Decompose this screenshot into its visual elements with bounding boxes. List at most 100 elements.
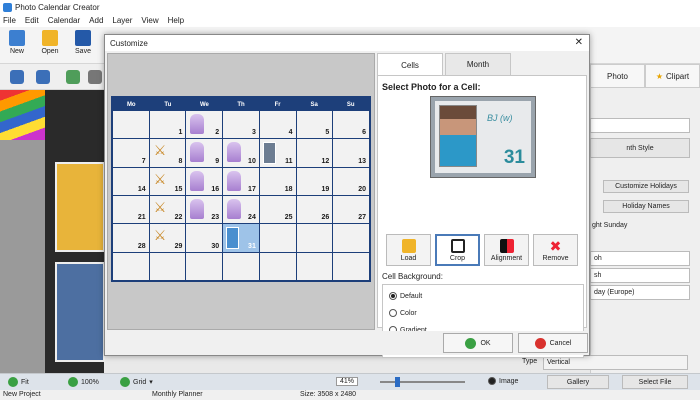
load-button[interactable]: Load: [386, 234, 431, 266]
day-cell[interactable]: 31: [223, 224, 259, 252]
menu-calendar[interactable]: Calendar: [48, 16, 80, 25]
day-cell[interactable]: [186, 252, 223, 280]
day-cell[interactable]: 4: [259, 111, 296, 139]
check-icon: [8, 377, 18, 387]
bg-default-radio[interactable]: Default: [389, 292, 422, 300]
day-cell[interactable]: 28: [113, 224, 149, 252]
day-cell[interactable]: 6: [333, 111, 369, 139]
month-style-button[interactable]: nth Style: [590, 138, 690, 158]
day-cell[interactable]: 9: [186, 139, 223, 167]
day-cell[interactable]: 10: [223, 139, 259, 167]
zoom-100-button[interactable]: 100%: [68, 377, 99, 387]
cancel-button[interactable]: Cancel: [518, 333, 588, 353]
menu-edit[interactable]: Edit: [25, 16, 39, 25]
save-button[interactable]: Save: [68, 30, 98, 55]
undo-icon[interactable]: [10, 70, 24, 84]
day-number: 1: [178, 129, 183, 137]
cell-photo-preview[interactable]: BJ (w) 31: [430, 96, 536, 178]
select-file-button[interactable]: Select File: [622, 375, 688, 389]
day-cell[interactable]: 23: [186, 196, 223, 224]
tab-cells[interactable]: Cells: [377, 53, 443, 76]
customize-holidays-button[interactable]: Customize Holidays: [603, 180, 689, 193]
select-holidays[interactable]: day (Europe): [590, 285, 690, 300]
cell-photo: [262, 142, 276, 165]
tab-month[interactable]: Month: [445, 53, 511, 75]
day-cell[interactable]: [333, 224, 369, 252]
menu-layer[interactable]: Layer: [112, 16, 132, 25]
day-cell[interactable]: 26: [296, 196, 333, 224]
layer-icon[interactable]: [88, 70, 102, 84]
day-cell[interactable]: ⚔ 29: [149, 224, 186, 252]
day-cell[interactable]: 25: [259, 196, 296, 224]
day-cell[interactable]: 19: [296, 167, 333, 195]
cell-background-title: Cell Background:: [382, 272, 443, 281]
day-cell[interactable]: 14: [113, 167, 149, 195]
holiday-names-button[interactable]: Holiday Names: [603, 200, 689, 213]
day-cell[interactable]: [223, 252, 259, 280]
day-cell[interactable]: [259, 252, 296, 280]
day-cell[interactable]: 3: [223, 111, 259, 139]
calendar-preview: Mo Tu We Th Fr Sa Su 1 2 3 4 5 6 7 ⚔ 8 9 10 11 12 13 1…: [107, 53, 375, 330]
day-number: 31: [248, 242, 256, 250]
crop-button[interactable]: Crop: [435, 234, 480, 266]
menu-file[interactable]: File: [3, 16, 16, 25]
alignment-button[interactable]: Alignment: [484, 234, 529, 266]
day-cell[interactable]: 27: [333, 196, 369, 224]
new-button[interactable]: New: [2, 30, 32, 55]
day-number: 9: [215, 157, 220, 165]
menu-help[interactable]: Help: [168, 16, 184, 25]
image-radio[interactable]: Image: [488, 377, 518, 385]
select-a[interactable]: oh: [590, 251, 690, 266]
day-cell[interactable]: 17: [223, 167, 259, 195]
chess-knight-icon: [227, 170, 242, 191]
day-cell[interactable]: [333, 252, 369, 280]
zoom-value[interactable]: 41%: [336, 377, 359, 386]
menu-view[interactable]: View: [141, 16, 158, 25]
day-cell[interactable]: [296, 224, 333, 252]
day-cell[interactable]: [113, 111, 149, 139]
gallery-button[interactable]: Gallery: [547, 375, 609, 389]
tab-photo[interactable]: Photo: [590, 64, 645, 88]
day-cell[interactable]: 7: [113, 139, 149, 167]
day-cell[interactable]: 13: [333, 139, 369, 167]
secondary-toolbar: [0, 64, 104, 90]
day-cell[interactable]: 20: [333, 167, 369, 195]
day-cell[interactable]: 16: [186, 167, 223, 195]
day-cell[interactable]: ⚔ 15: [149, 167, 186, 195]
day-cell[interactable]: 11: [259, 139, 296, 167]
day-cell[interactable]: [149, 252, 186, 280]
zoom-slider[interactable]: [380, 381, 465, 383]
zoom-slider-handle[interactable]: [395, 377, 400, 387]
bg-color-radio[interactable]: Color: [389, 309, 417, 317]
remove-button[interactable]: ✖ Remove: [533, 234, 578, 266]
day-cell[interactable]: 30: [186, 224, 223, 252]
day-number: 15: [174, 186, 183, 193]
day-cell[interactable]: ⚔ 8: [149, 139, 186, 167]
day-cell[interactable]: [113, 252, 149, 280]
day-cell[interactable]: 5: [296, 111, 333, 139]
grid-toggle[interactable]: Grid ▾: [120, 377, 153, 387]
tab-clipart[interactable]: ★ Clipart: [645, 64, 700, 88]
day-cell[interactable]: [259, 224, 296, 252]
chess-knight-icon: [227, 142, 242, 163]
fit-button[interactable]: Fit: [8, 377, 29, 387]
close-icon[interactable]: ✕: [575, 37, 583, 48]
day-cell[interactable]: 18: [259, 167, 296, 195]
select-style[interactable]: [590, 118, 690, 133]
day-cell[interactable]: 2: [186, 111, 223, 139]
dialog-tabs: Cells Month: [377, 53, 513, 76]
redo-icon[interactable]: [36, 70, 50, 84]
day-cell[interactable]: 1: [149, 111, 186, 139]
day-cell[interactable]: 21: [113, 196, 149, 224]
day-cell[interactable]: [296, 252, 333, 280]
menu-add[interactable]: Add: [89, 16, 103, 25]
select-b[interactable]: sh: [590, 268, 690, 283]
ok-button[interactable]: OK: [443, 333, 513, 353]
day-cell[interactable]: ⚔ 22: [149, 196, 186, 224]
swords-icon: ⚔: [153, 199, 167, 215]
open-button[interactable]: Open: [35, 30, 65, 55]
day-cell[interactable]: 12: [296, 139, 333, 167]
day-cell[interactable]: 24: [223, 196, 259, 224]
day-number: 24: [248, 214, 256, 222]
image-icon[interactable]: [66, 70, 80, 84]
